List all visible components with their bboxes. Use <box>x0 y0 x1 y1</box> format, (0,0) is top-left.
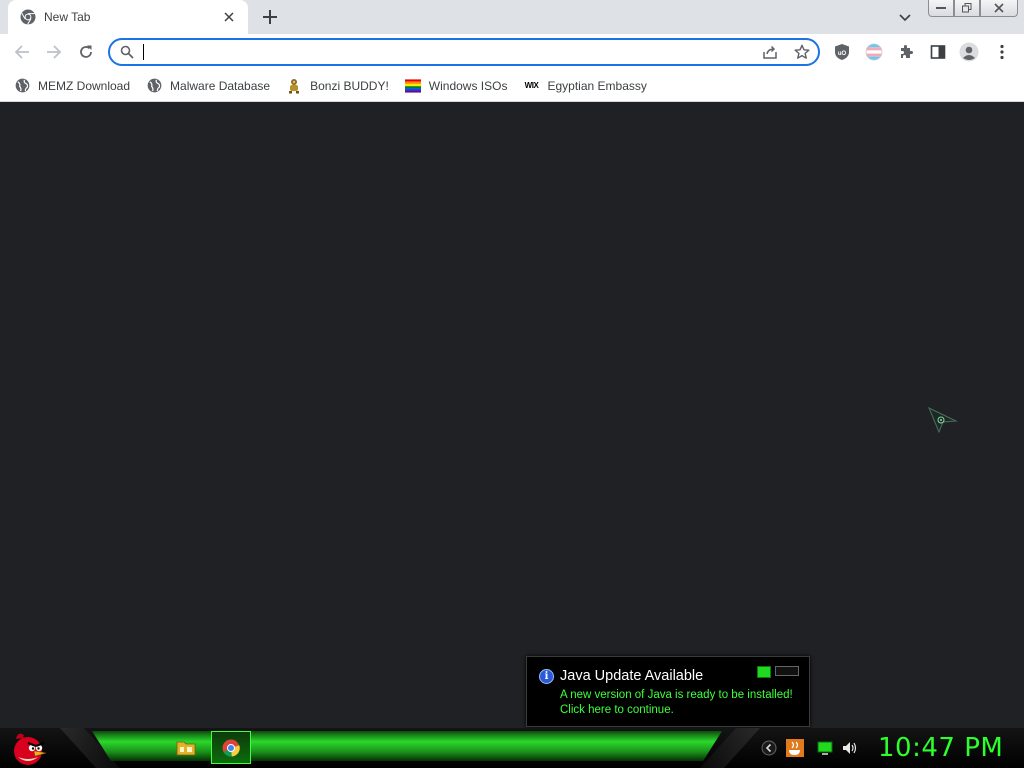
bonzi-icon <box>286 78 302 94</box>
bookmark-egyptian-embassy[interactable]: WIX Egyptian Embassy <box>523 74 647 98</box>
restore-button[interactable] <box>954 0 980 17</box>
bookmark-windows-isos[interactable]: Windows ISOs <box>404 74 508 98</box>
file-explorer-icon[interactable] <box>176 738 196 758</box>
tab-search-button[interactable] <box>894 7 916 29</box>
search-icon <box>120 45 134 62</box>
bookmark-label: Malware Database <box>170 78 271 93</box>
notification-options-button[interactable] <box>757 666 771 678</box>
page-content <box>0 103 1024 728</box>
tray-expand-icon[interactable] <box>761 740 777 756</box>
close-icon <box>994 3 1004 13</box>
address-bar[interactable] <box>108 38 820 66</box>
taskbar <box>0 728 1024 768</box>
taskbar-chrome-button[interactable] <box>211 731 251 764</box>
info-icon: i <box>539 669 554 684</box>
svg-text:uO: uO <box>838 51 847 57</box>
back-arrow-icon <box>14 45 29 59</box>
back-button[interactable] <box>9 39 35 65</box>
browser-toolbar: uO <box>0 34 1024 70</box>
notification-close-button[interactable] <box>775 666 799 676</box>
tab-title: New Tab <box>44 10 91 24</box>
volume-icon[interactable] <box>841 740 857 756</box>
rainbow-flag-icon <box>404 78 421 94</box>
bookmark-label: MEMZ Download <box>38 78 131 93</box>
trans-flag-extension-icon[interactable] <box>863 41 885 63</box>
notification-continue-link[interactable]: Click here to continue. <box>560 704 674 716</box>
new-tab-button[interactable] <box>258 5 282 29</box>
bookmark-label: Windows ISOs <box>428 78 508 93</box>
start-button-angry-bird-icon[interactable] <box>8 731 48 767</box>
chrome-icon <box>222 739 240 757</box>
plus-icon <box>263 10 277 24</box>
taskbar-clock[interactable]: 10:47 PM <box>878 733 1003 763</box>
bookmark-memz-download[interactable]: MEMZ Download <box>14 74 130 98</box>
reload-icon <box>80 45 92 58</box>
close-window-button[interactable] <box>980 0 1018 17</box>
minimize-icon <box>936 7 946 9</box>
tab-new-tab[interactable]: New Tab <box>8 0 248 34</box>
profile-avatar-icon[interactable] <box>958 41 980 63</box>
globe-icon <box>146 78 162 94</box>
bookmark-bonzi-buddy[interactable]: Bonzi BUDDY! <box>286 74 389 98</box>
tab-strip: New Tab <box>0 0 1024 34</box>
forward-button[interactable] <box>41 39 67 65</box>
menu-kebab-icon[interactable] <box>991 41 1013 63</box>
minimize-button[interactable] <box>928 0 954 17</box>
bookmark-star-icon[interactable] <box>794 44 810 63</box>
bookmark-label: Egyptian Embassy <box>547 78 647 93</box>
text-caret <box>143 44 144 60</box>
side-panel-icon[interactable] <box>927 41 949 63</box>
address-input[interactable] <box>142 43 742 61</box>
globe-icon <box>14 78 30 94</box>
chrome-icon <box>20 9 36 25</box>
share-icon[interactable] <box>762 44 778 63</box>
bookmark-label: Bonzi BUDDY! <box>310 78 389 93</box>
forward-arrow-icon <box>47 45 62 59</box>
chevron-down-icon <box>899 14 911 22</box>
mouse-cursor-icon <box>928 407 958 433</box>
notification-title: Java Update Available <box>560 668 704 684</box>
extensions-puzzle-icon[interactable] <box>895 41 917 63</box>
ublock-extension-icon[interactable]: uO <box>831 41 853 63</box>
reload-button[interactable] <box>73 39 99 65</box>
java-update-notification[interactable]: i Java Update Available A new version of… <box>526 656 810 727</box>
network-icon[interactable] <box>817 740 833 756</box>
bookmark-malware-database[interactable]: Malware Database <box>146 74 270 98</box>
bookmarks-bar: MEMZ Download Malware Database Bonzi BUD… <box>0 70 1024 102</box>
tab-close-icon[interactable] <box>220 8 238 26</box>
restore-icon <box>962 3 972 13</box>
wix-icon: WIX <box>524 81 539 90</box>
notification-message[interactable]: A new version of Java is ready to be ins… <box>560 689 793 701</box>
java-tray-icon[interactable] <box>786 739 804 757</box>
